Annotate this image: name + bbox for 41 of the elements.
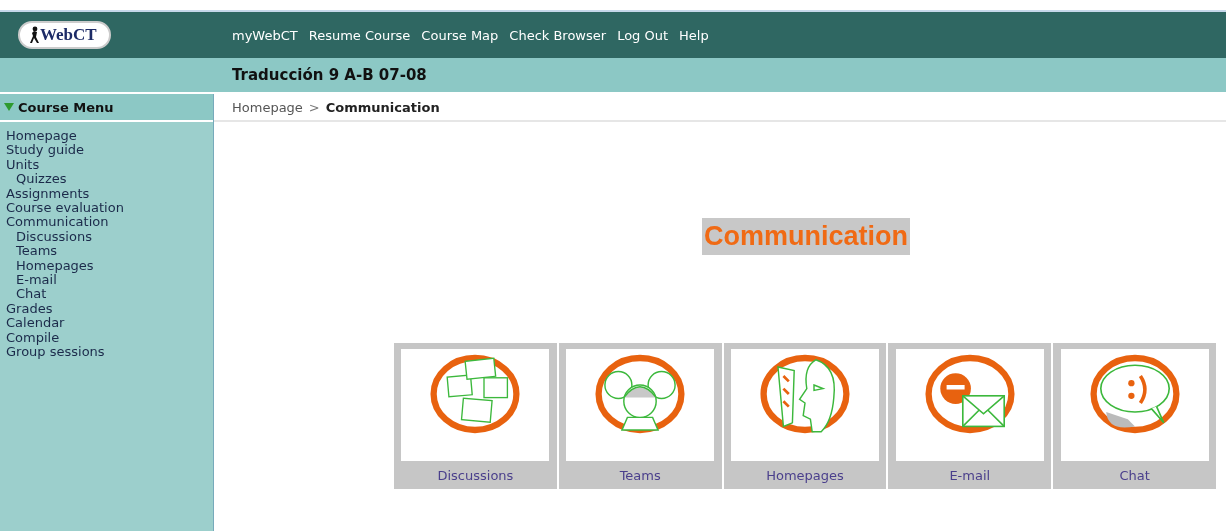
menu-item[interactable]: Units	[6, 157, 40, 173]
webct-logo[interactable]: WebCT	[18, 21, 111, 49]
tile-label: E-mail	[949, 467, 991, 485]
menu-item[interactable]: Grades	[6, 301, 53, 317]
menu-item[interactable]: Calendar	[6, 316, 65, 331]
menu-subitem[interactable]: Teams	[6, 244, 58, 259]
menu-item[interactable]: Compile	[6, 330, 60, 346]
expanded-triangle-icon[interactable]	[4, 103, 14, 111]
breadcrumb-current: Communication	[325, 99, 440, 115]
tile-label: Discussions	[437, 467, 514, 485]
menu-subitem[interactable]: Discussions	[6, 229, 92, 245]
menu-item[interactable]: Course evaluation	[6, 201, 124, 216]
nav-link[interactable]: Log Out	[617, 27, 669, 43]
menu-title: Course Menu	[18, 99, 114, 115]
nav-link[interactable]: myWebCT	[232, 27, 298, 43]
page-heading: Communication	[702, 218, 910, 255]
tool-tile[interactable]: E-mail	[888, 343, 1052, 489]
tool-tile[interactable]: Homepages	[723, 343, 887, 489]
menu-item[interactable]: Assignments	[6, 186, 90, 202]
menu-item[interactable]: Study guide	[6, 143, 85, 158]
menu-subitem[interactable]: Homepages	[6, 258, 94, 274]
tile-label: Chat	[1119, 467, 1150, 485]
nav-link[interactable]: Help	[679, 27, 709, 43]
course-title: Traducción 9 A-B 07-08	[232, 66, 427, 84]
tool-tile[interactable]: Discussions	[394, 343, 557, 489]
tile-label: Teams	[619, 467, 661, 485]
menu-item[interactable]: Group sessions	[6, 345, 105, 360]
tool-tile[interactable]: Teams	[558, 343, 722, 489]
menu-subitem[interactable]: Chat	[6, 287, 47, 302]
walking-figure-icon	[28, 26, 40, 44]
nav-link[interactable]: Check Browser	[509, 27, 607, 43]
menu-subitem[interactable]: E-mail	[6, 273, 57, 288]
nav-link[interactable]: Resume Course	[308, 27, 411, 43]
menu-subitem[interactable]: Quizzes	[6, 172, 67, 187]
nav-link[interactable]: Course Map	[421, 27, 499, 43]
tool-tile[interactable]: Chat	[1053, 343, 1216, 489]
breadcrumb-separator: >	[308, 99, 320, 115]
tile-label: Homepages	[766, 467, 844, 485]
menu-item[interactable]: Homepage	[6, 129, 77, 144]
breadcrumb-link[interactable]: Homepage	[232, 99, 303, 115]
menu-item[interactable]: Communication	[6, 215, 109, 230]
